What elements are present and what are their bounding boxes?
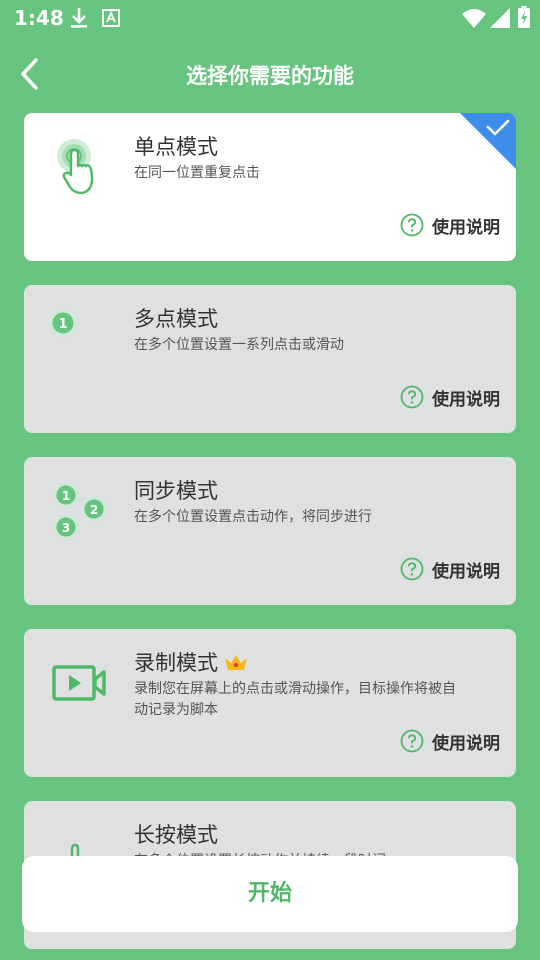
help-link[interactable]: 使用说明: [400, 213, 500, 238]
sync-points-icon: 1 2 3: [53, 482, 107, 540]
help-label: 使用说明: [432, 561, 500, 582]
mode-description: 录制您在屏幕上的点击或滑动操作，目标操作将被自动记录为脚本: [134, 681, 456, 718]
mode-description: 在多个位置设置点击动作，将同步进行: [134, 509, 372, 525]
point-number: 1: [62, 489, 70, 503]
crown-icon: [225, 655, 247, 670]
download-icon: [71, 8, 87, 28]
help-label: 使用说明: [432, 389, 500, 410]
mode-card-single-point[interactable]: 单点模式 在同一位置重复点击 使用说明: [24, 113, 516, 261]
mode-title: 多点模式: [134, 307, 218, 331]
question-circle-icon: [400, 213, 424, 237]
help-link[interactable]: 使用说明: [400, 385, 500, 410]
point-number: 3: [62, 521, 70, 535]
battery-icon: [518, 6, 530, 28]
numbered-point-icon: 1: [50, 309, 77, 337]
mode-title: 录制模式: [134, 651, 218, 675]
help-link[interactable]: 使用说明: [400, 557, 500, 582]
question-circle-icon: [400, 729, 424, 753]
help-link[interactable]: 使用说明: [400, 729, 500, 754]
question-circle-icon: [400, 557, 424, 581]
mode-title-row: 录制模式: [134, 647, 248, 677]
mode-card-record[interactable]: 录制模式 录制您在屏幕上的点击或滑动操作，目标操作将被自动记录为脚本 使用说明: [24, 629, 516, 777]
mode-card-multi-point[interactable]: 1 多点模式 在多个位置设置一系列点击或滑动 使用说明: [24, 285, 516, 433]
accessibility-icon: [102, 9, 120, 27]
mode-title: 长按模式: [134, 823, 218, 847]
status-time: 1:48: [14, 6, 64, 30]
signal-icon: [490, 8, 510, 28]
help-label: 使用说明: [432, 217, 500, 238]
question-circle-icon: [400, 385, 424, 409]
mode-title: 单点模式: [134, 135, 218, 159]
page-title: 选择你需要的功能: [186, 64, 354, 88]
wifi-icon: [462, 9, 486, 28]
header: 选择你需要的功能: [0, 44, 540, 104]
help-label: 使用说明: [432, 733, 500, 754]
point-number: 2: [90, 503, 98, 517]
mode-description: 在多个位置设置一系列点击或滑动: [134, 337, 344, 353]
mode-description: 在同一位置重复点击: [134, 165, 260, 181]
tap-hand-icon: [57, 139, 94, 195]
video-camera-icon: [52, 665, 106, 701]
status-bar: 1:48: [0, 0, 540, 36]
mode-title: 同步模式: [134, 479, 218, 503]
start-button[interactable]: 开始: [22, 856, 518, 932]
point-number: 1: [58, 317, 67, 332]
selected-check-icon: [460, 113, 516, 169]
mode-card-sync[interactable]: 1 2 3 同步模式 在多个位置设置点击动作，将同步进行 使用说明: [24, 457, 516, 605]
